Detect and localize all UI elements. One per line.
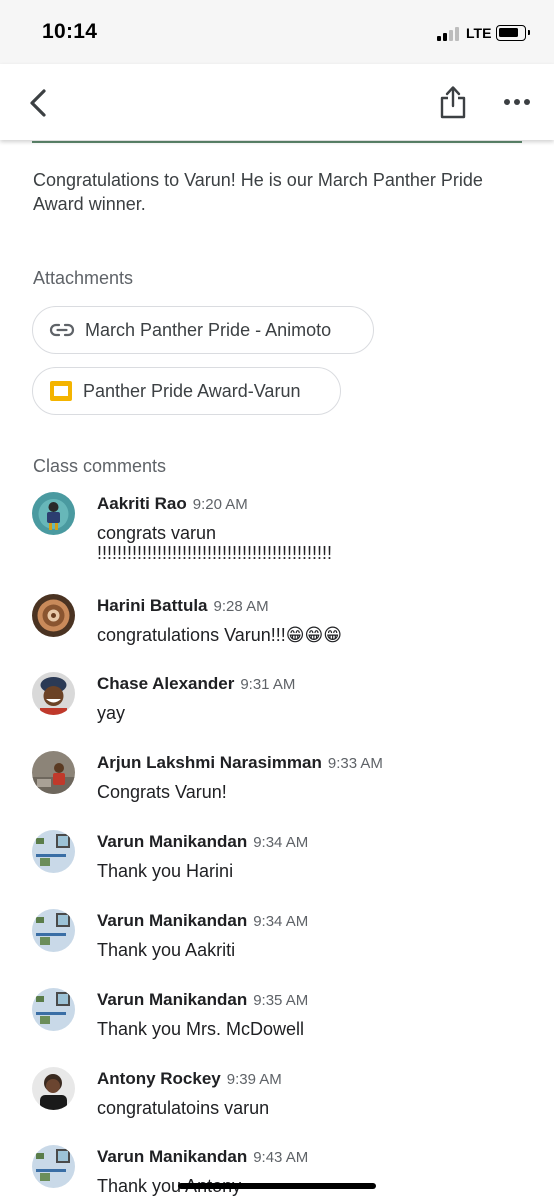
status-bar: 10:14 LTE — [0, 0, 554, 64]
status-time: 10:14 — [42, 20, 98, 43]
comment-text: Thank you Harini — [97, 861, 234, 881]
share-icon — [440, 86, 466, 119]
avatar-image — [32, 988, 75, 1031]
comment-text: yay — [97, 703, 126, 723]
avatar[interactable] — [32, 1067, 75, 1110]
avatar[interactable] — [32, 594, 75, 637]
avatar[interactable] — [32, 830, 75, 873]
comment-author: Antony Rockey — [97, 1069, 221, 1088]
comment-author: Varun Manikandan — [97, 1147, 248, 1166]
avatar-image — [32, 492, 75, 535]
comment-text: congrats varun !!!!!!!!!!!!!!!!!!!!!!!!!… — [97, 523, 333, 563]
avatar[interactable] — [32, 751, 75, 794]
comment-time: 9:20 AM — [192, 496, 248, 513]
comment-time: 9:33 AM — [327, 755, 383, 772]
avatar-image — [32, 1067, 75, 1110]
avatar-image — [32, 672, 75, 715]
comment-text: congratulatoins varun — [97, 1098, 270, 1118]
signal-strength-icon — [437, 26, 463, 41]
comment-author: Arjun Lakshmi Narasimman — [97, 753, 322, 772]
avatar-image — [32, 909, 75, 952]
avatar[interactable] — [32, 988, 75, 1031]
avatar[interactable] — [32, 492, 75, 535]
network-type: LTE — [466, 25, 492, 41]
attachment-chip-link[interactable]: March Panther Pride - Animoto — [32, 306, 374, 354]
attachment-chip-slides[interactable]: Panther Pride Award-Varun — [32, 367, 341, 415]
avatar-image — [32, 594, 75, 637]
attachment-label: March Panther Pride - Animoto — [85, 319, 332, 340]
back-arrow-icon — [30, 89, 46, 117]
attachment-label: Panther Pride Award-Varun — [83, 380, 301, 401]
comment-time: 9:34 AM — [253, 834, 309, 851]
comment-text: Thank you Mrs. McDowell — [97, 1019, 305, 1039]
battery-icon — [496, 25, 530, 41]
comment-time: 9:34 AM — [253, 913, 309, 930]
link-icon — [49, 323, 75, 337]
comment-time: 9:39 AM — [226, 1071, 282, 1088]
comment-text: congratulations Varun!!!😁😁😁 — [97, 625, 343, 645]
more-horiz-icon — [504, 99, 530, 105]
comment-time: 9:43 AM — [253, 1149, 309, 1166]
avatar-image — [32, 830, 75, 873]
slides-icon — [50, 381, 72, 401]
comment-time: 9:31 AM — [240, 676, 296, 693]
app-bar — [0, 64, 554, 140]
avatar-image — [32, 1145, 75, 1188]
post-text: Congratulations to Varun! He is our Marc… — [33, 170, 483, 214]
comment-author: Varun Manikandan — [97, 990, 248, 1009]
more-options-button[interactable] — [500, 92, 534, 112]
comment-time: 9:35 AM — [253, 992, 309, 1009]
avatar-image — [32, 751, 75, 794]
avatar[interactable] — [32, 1145, 75, 1188]
back-button[interactable] — [24, 86, 54, 120]
avatar[interactable] — [32, 909, 75, 952]
home-indicator[interactable] — [178, 1183, 376, 1189]
share-button[interactable] — [438, 84, 468, 122]
comment-author: Varun Manikandan — [97, 911, 248, 930]
comment-author: Varun Manikandan — [97, 832, 248, 851]
comment-author: Harini Battula — [97, 596, 208, 615]
comment-author: Aakriti Rao — [97, 494, 187, 513]
header-divider — [32, 141, 522, 143]
comment-text: Thank you Aakriti — [97, 940, 236, 960]
avatar[interactable] — [32, 672, 75, 715]
comment-text: Congrats Varun! — [97, 782, 227, 802]
attachments-label: Attachments — [33, 268, 134, 288]
comment-author: Chase Alexander — [97, 674, 235, 693]
class-comments-label: Class comments — [33, 456, 167, 476]
comment-time: 9:28 AM — [213, 598, 269, 615]
